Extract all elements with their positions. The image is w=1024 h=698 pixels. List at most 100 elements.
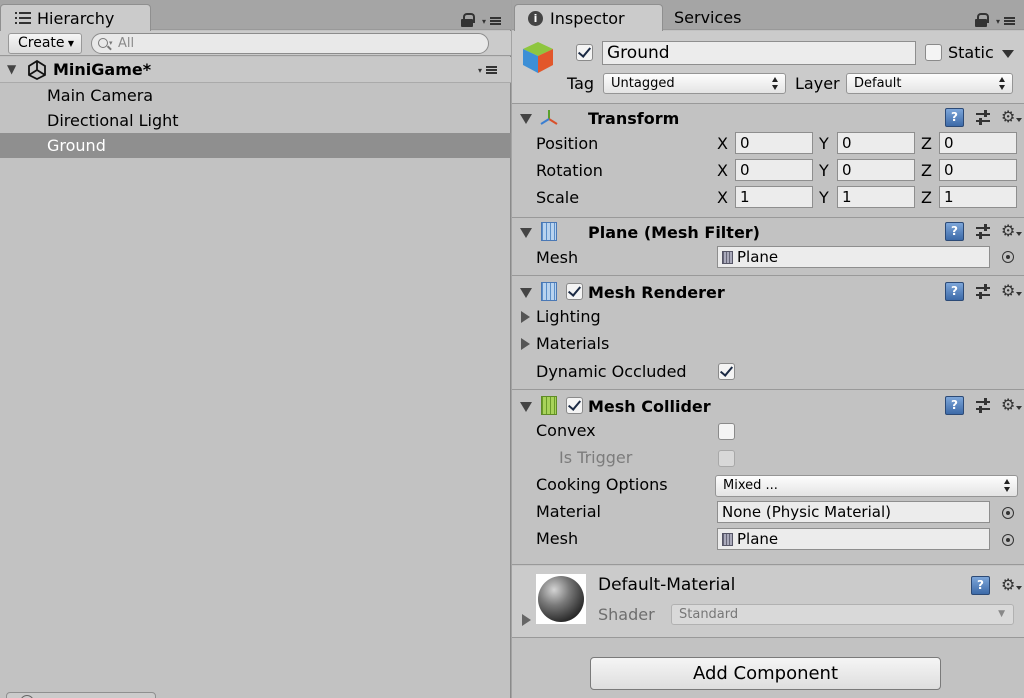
mesh-collider-enabled-checkbox[interactable]: [566, 397, 583, 414]
rotation-label: Rotation: [536, 161, 603, 180]
hierarchy-toolbar: Create ▼ ▾ All: [0, 31, 511, 56]
expand-arrow-icon[interactable]: [522, 614, 531, 626]
create-button[interactable]: Create ▼: [8, 33, 82, 54]
material-preview[interactable]: [536, 574, 586, 624]
convex-checkbox[interactable]: [718, 423, 735, 440]
position-y-field[interactable]: 0: [837, 132, 915, 154]
rotation-y-field[interactable]: 0: [837, 159, 915, 181]
cooking-options-dropdown[interactable]: Mixed ...: [715, 475, 1018, 497]
preset-sliders-icon[interactable]: [976, 224, 992, 240]
gear-icon[interactable]: ⚙: [1001, 109, 1023, 125]
collider-mesh-field[interactable]: Plane: [717, 528, 990, 550]
gear-icon[interactable]: ⚙: [1001, 283, 1023, 299]
preset-sliders-icon[interactable]: [976, 110, 992, 126]
expand-arrow-icon[interactable]: [521, 311, 530, 323]
mesh-collider-icon: [541, 396, 557, 415]
help-book-icon[interactable]: [945, 222, 964, 241]
component-header[interactable]: Transform ⚙: [512, 104, 1024, 131]
gear-icon[interactable]: ⚙: [1001, 577, 1023, 593]
rotation-z-field[interactable]: 0: [939, 159, 1017, 181]
expand-triangle-icon[interactable]: ▼: [7, 57, 16, 82]
updown-arrow-icon: [772, 77, 779, 90]
list-item[interactable]: Main Camera: [0, 83, 511, 108]
list-item[interactable]: Directional Light: [0, 108, 511, 133]
help-book-icon[interactable]: [945, 108, 964, 127]
mesh-renderer-title: Mesh Renderer: [588, 283, 725, 302]
static-checkbox[interactable]: [925, 44, 942, 61]
gear-icon[interactable]: ⚙: [1001, 223, 1023, 239]
shader-label: Shader: [598, 605, 655, 624]
position-x-field[interactable]: 0: [735, 132, 813, 154]
expand-arrow-icon[interactable]: [521, 338, 530, 350]
scale-y-field[interactable]: 1: [837, 186, 915, 208]
panel-menu-icon[interactable]: ▾: [996, 16, 1016, 26]
object-picker-icon[interactable]: [1002, 534, 1014, 546]
position-z-field[interactable]: 0: [939, 132, 1017, 154]
mesh-renderer-enabled-checkbox[interactable]: [566, 283, 583, 300]
object-picker-icon[interactable]: [1002, 507, 1014, 519]
tab-hierarchy[interactable]: Hierarchy: [0, 4, 151, 31]
scale-x-field[interactable]: 1: [735, 186, 813, 208]
component-header[interactable]: Mesh Collider ⚙: [512, 390, 1024, 417]
layer-dropdown[interactable]: Default: [846, 73, 1013, 94]
scale-z-field[interactable]: 1: [939, 186, 1017, 208]
list-item-selected[interactable]: Ground: [0, 133, 511, 158]
panel-menu-icon[interactable]: ▾: [482, 16, 502, 26]
tab-inspector[interactable]: i Inspector: [514, 4, 663, 31]
chevron-down-icon: ▼: [998, 609, 1005, 619]
physic-material-field[interactable]: None (Physic Material): [717, 501, 990, 523]
preset-sliders-icon[interactable]: [976, 284, 992, 300]
mesh-renderer-component: Mesh Renderer ⚙ Lighting Materials Dynam…: [512, 276, 1024, 390]
material-section: Default-Material Shader Standard ▼ ⚙: [512, 566, 1024, 638]
create-button-label: Create: [18, 35, 65, 51]
layer-dropdown-value: Default: [854, 76, 902, 91]
z-label: Z: [921, 188, 932, 207]
x-label: X: [717, 161, 728, 180]
transform-axes-icon: [540, 110, 558, 125]
hierarchy-tab-bar: Hierarchy ▾: [0, 0, 511, 31]
mesh-icon: [722, 251, 733, 264]
tag-dropdown[interactable]: Untagged: [603, 73, 786, 94]
shader-dropdown: Standard ▼: [671, 604, 1014, 625]
help-book-icon[interactable]: [945, 396, 964, 415]
scene-row[interactable]: ▼ MiniGame* ▾: [0, 57, 511, 83]
help-book-icon[interactable]: [971, 576, 990, 595]
static-dropdown-icon[interactable]: [1002, 50, 1014, 58]
inspector-tab-bar: i Inspector Services ▾: [512, 0, 1024, 31]
is-trigger-label: Is Trigger: [559, 448, 633, 467]
tag-label: Tag: [567, 74, 595, 93]
fold-triangle-icon[interactable]: [520, 114, 532, 124]
fold-triangle-icon[interactable]: [520, 402, 532, 412]
mesh-field[interactable]: Plane: [717, 246, 990, 268]
active-checkbox[interactable]: [576, 44, 593, 61]
search-icon: [98, 38, 108, 48]
mesh-label: Mesh: [536, 248, 579, 267]
hierarchy-list-icon: [15, 12, 31, 24]
add-component-button[interactable]: Add Component: [590, 657, 941, 690]
fold-triangle-icon[interactable]: [520, 288, 532, 298]
info-icon: i: [528, 11, 543, 26]
component-header[interactable]: Mesh Renderer ⚙: [512, 276, 1024, 303]
lock-icon[interactable]: [461, 13, 475, 27]
object-picker-icon[interactable]: [1002, 251, 1014, 263]
gear-icon[interactable]: ⚙: [1001, 397, 1023, 413]
help-book-icon[interactable]: [945, 282, 964, 301]
y-label: Y: [819, 188, 829, 207]
materials-label[interactable]: Materials: [536, 334, 609, 353]
object-name-field[interactable]: Ground: [602, 41, 916, 65]
lighting-label[interactable]: Lighting: [536, 307, 601, 326]
layer-label: Layer: [795, 74, 840, 93]
mesh-filter-icon: [541, 222, 557, 241]
preset-sliders-icon[interactable]: [976, 398, 992, 414]
rotation-x-field[interactable]: 0: [735, 159, 813, 181]
convex-label: Convex: [536, 421, 596, 440]
tab-services-label: Services: [674, 8, 742, 27]
mesh-collider-component: Mesh Collider ⚙ Convex Is Trigger Cookin…: [512, 390, 1024, 565]
component-header[interactable]: Plane (Mesh Filter) ⚙: [512, 218, 1024, 245]
search-input[interactable]: ▾ All: [91, 33, 489, 54]
bottom-tab[interactable]: [6, 692, 156, 698]
lock-icon[interactable]: [975, 13, 989, 27]
fold-triangle-icon[interactable]: [520, 228, 532, 238]
scene-menu-icon[interactable]: ▾: [478, 65, 498, 75]
dynamic-occluded-checkbox[interactable]: [718, 363, 735, 380]
